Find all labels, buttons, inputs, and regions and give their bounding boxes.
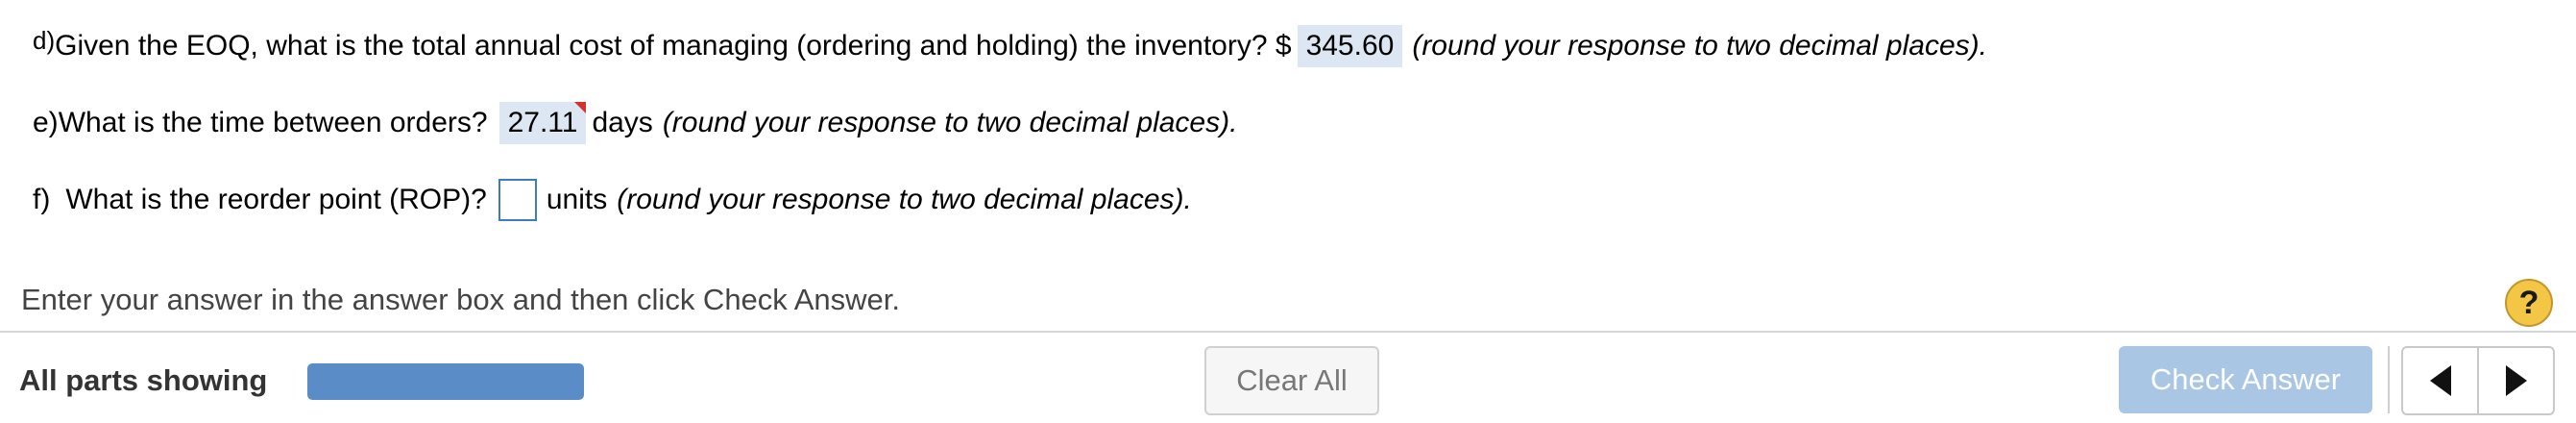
answer-e-value: 27.11	[507, 107, 578, 138]
question-d-text: Given the EOQ, what is the total annual …	[55, 30, 1292, 62]
question-f-text: What is the reorder point (ROP)?	[65, 184, 487, 215]
nav-separator	[2388, 346, 2390, 413]
clear-all-button[interactable]: Clear All	[1204, 346, 1379, 415]
progress-fill	[307, 363, 584, 400]
question-nav	[2401, 346, 2555, 415]
question-d-hint: (round your response to two decimal plac…	[1412, 30, 1987, 62]
next-arrow-icon	[2505, 365, 2527, 396]
previous-button[interactable]	[2403, 348, 2479, 413]
question-e-hint: (round your response to two decimal plac…	[662, 107, 1238, 138]
question-e-text: What is the time between orders?	[58, 107, 488, 138]
question-e: e) What is the time between orders? 27.1…	[33, 102, 1237, 144]
answer-f-input[interactable]	[498, 179, 537, 221]
question-d-label: d)	[33, 25, 56, 55]
question-mark-icon[interactable]: ?	[2505, 279, 2553, 327]
parts-progress-bar[interactable]	[307, 363, 584, 400]
check-answer-button[interactable]: Check Answer	[2119, 346, 2372, 413]
question-f: f) What is the reorder point (ROP)? unit…	[33, 179, 1192, 221]
answer-d-field[interactable]: 345.60	[1297, 25, 1403, 67]
previous-arrow-icon	[2429, 365, 2451, 396]
instruction-text: Enter your answer in the answer box and …	[21, 283, 900, 316]
answer-e-field[interactable]: 27.11	[498, 102, 587, 144]
question-d: d) Given the EOQ, what is the total annu…	[33, 25, 1987, 67]
question-f-unit: units	[546, 184, 608, 215]
incorrect-flag-icon	[574, 102, 587, 113]
question-f-label: f)	[33, 184, 51, 215]
all-parts-label: All parts showing	[19, 363, 268, 397]
next-button[interactable]	[2479, 348, 2553, 413]
question-e-label: e)	[33, 107, 59, 138]
question-e-unit: days	[592, 107, 653, 138]
question-f-hint: (round your response to two decimal plac…	[617, 184, 1192, 215]
